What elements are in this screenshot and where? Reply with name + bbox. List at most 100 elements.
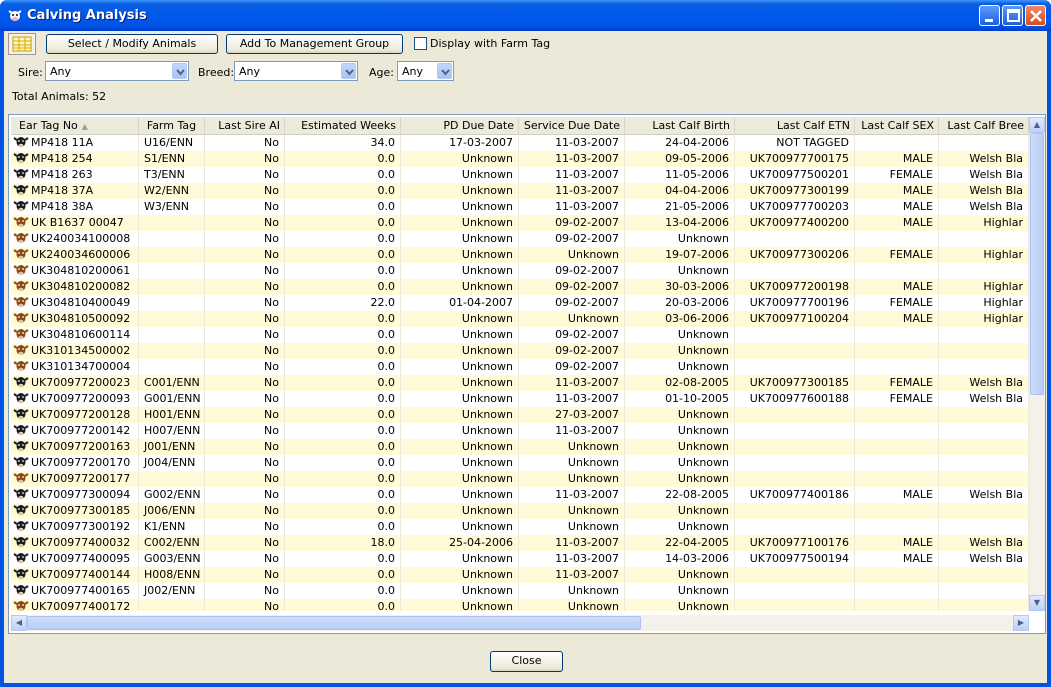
cell-weeks: 22.0 (285, 295, 401, 311)
breed-label: Breed: (198, 66, 235, 79)
table-row[interactable]: UK700977400172 No 0.0 Unknown Unknown Unknown (11, 599, 1029, 611)
column-header-2[interactable]: Last Sire AI (205, 117, 285, 135)
cell-breed (939, 231, 1029, 247)
cell-tag: MP418 254 (11, 151, 139, 167)
column-header-4[interactable]: PD Due Date (401, 117, 519, 135)
cell-weeks: 0.0 (285, 151, 401, 167)
animals-table: Ear Tag No ▲ Farm Tag Last Sire AI Estimated… (8, 114, 1046, 634)
scroll-right-icon[interactable]: ▶ (1013, 615, 1029, 631)
column-header-0[interactable]: Ear Tag No ▲ (11, 117, 139, 135)
ear-tag-text: UK700977400165 (31, 584, 131, 597)
cell-etn: UK700977300185 (735, 375, 855, 391)
sire-select[interactable]: Any (45, 61, 189, 81)
minimize-button[interactable] (979, 5, 1000, 26)
column-header-9[interactable]: Last Calf Bree (939, 117, 1029, 135)
cell-ai: No (205, 279, 285, 295)
cell-breed (939, 503, 1029, 519)
table-row[interactable]: UK700977200093 G001/ENN No 0.0 Unknown 11-03-… (11, 391, 1029, 407)
select-modify-animals-button[interactable]: Select / Modify Animals (46, 34, 218, 54)
cell-weeks: 0.0 (285, 359, 401, 375)
cell-pd: Unknown (401, 439, 519, 455)
cell-tag: UK304810200082 (11, 279, 139, 295)
cell-birth: Unknown (625, 503, 735, 519)
vertical-scrollbar[interactable]: ▲ ▼ (1029, 117, 1045, 611)
add-to-management-group-button[interactable]: Add To Management Group (226, 34, 403, 54)
cell-birth: 03-06-2006 (625, 311, 735, 327)
checkbox-box[interactable] (414, 37, 427, 50)
cell-pd: Unknown (401, 583, 519, 599)
cell-farm: J001/ENN (139, 439, 205, 455)
chevron-down-icon[interactable] (172, 63, 187, 79)
ear-tag-text: UK304810600114 (31, 328, 131, 341)
horizontal-scrollbar[interactable]: ◀ ▶ (11, 615, 1029, 631)
table-row[interactable]: UK304810200082 No 0.0 Unknown 09-02-2007 30-0… (11, 279, 1029, 295)
cell-svc: Unknown (519, 311, 625, 327)
table-row[interactable]: UK700977400095 G003/ENN No 0.0 Unknown 11-03-… (11, 551, 1029, 567)
cell-breed (939, 519, 1029, 535)
column-header-1[interactable]: Farm Tag (139, 117, 205, 135)
chevron-down-icon[interactable] (341, 63, 356, 79)
column-header-8[interactable]: Last Calf SEX (855, 117, 939, 135)
table-row[interactable]: UK310134500002 No 0.0 Unknown 09-02-2007 Unkn… (11, 343, 1029, 359)
cell-svc: 09-02-2007 (519, 215, 625, 231)
table-row[interactable]: UK240034600006 No 0.0 Unknown Unknown 19-07-2… (11, 247, 1029, 263)
cell-breed: Welsh Bla (939, 487, 1029, 503)
table-row[interactable]: MP418 11A U16/ENN No 34.0 17-03-2007 11-03-20… (11, 135, 1029, 151)
grid-view-button[interactable] (8, 33, 36, 55)
table-row[interactable]: UK700977400144 H008/ENN No 0.0 Unknown 11-03-… (11, 567, 1029, 583)
cow-icon (13, 183, 29, 197)
cell-weeks: 0.0 (285, 455, 401, 471)
title-bar[interactable]: Calving Analysis (0, 0, 1051, 31)
table-row[interactable]: MP418 254 S1/ENN No 0.0 Unknown 11-03-2007 09-… (11, 151, 1029, 167)
table-row[interactable]: UK700977300094 G002/ENN No 0.0 Unknown 11-03-… (11, 487, 1029, 503)
table-row[interactable]: MP418 37A W2/ENN No 0.0 Unknown 11-03-2007 04-… (11, 183, 1029, 199)
cell-sex: FEMALE (855, 391, 939, 407)
cell-etn (735, 439, 855, 455)
close-window-button[interactable] (1025, 5, 1046, 26)
cell-breed (939, 263, 1029, 279)
table-row[interactable]: UK B1637 00047 No 0.0 Unknown 09-02-2007 13-0… (11, 215, 1029, 231)
table-row[interactable]: UK700977300185 J006/ENN No 0.0 Unknown Unknow… (11, 503, 1029, 519)
table-row[interactable]: UK700977200170 J004/ENN No 0.0 Unknown Unknow… (11, 455, 1029, 471)
column-header-6[interactable]: Last Calf Birth (625, 117, 735, 135)
cell-pd: Unknown (401, 551, 519, 567)
age-select[interactable]: Any (397, 61, 454, 81)
cell-svc: 09-02-2007 (519, 279, 625, 295)
scroll-up-icon[interactable]: ▲ (1029, 117, 1045, 133)
table-row[interactable]: UK700977200142 H007/ENN No 0.0 Unknown 11-03-… (11, 423, 1029, 439)
table-row[interactable]: UK700977200128 H001/ENN No 0.0 Unknown 27-03-… (11, 407, 1029, 423)
table-row[interactable]: UK700977200177 No 0.0 Unknown Unknown Unknown (11, 471, 1029, 487)
table-row[interactable]: UK310134700004 No 0.0 Unknown 09-02-2007 Unkn… (11, 359, 1029, 375)
table-row[interactable]: UK700977400165 J002/ENN No 0.0 Unknown Unknow… (11, 583, 1029, 599)
table-row[interactable]: MP418 263 T3/ENN No 0.0 Unknown 11-03-2007 11-… (11, 167, 1029, 183)
scroll-down-icon[interactable]: ▼ (1029, 595, 1045, 611)
cell-ai: No (205, 503, 285, 519)
table-row[interactable]: UK304810200061 No 0.0 Unknown 09-02-2007 Unkn… (11, 263, 1029, 279)
table-row[interactable]: UK700977200163 J001/ENN No 0.0 Unknown Unknow… (11, 439, 1029, 455)
maximize-button[interactable] (1002, 5, 1023, 26)
cell-farm (139, 327, 205, 343)
table-row[interactable]: UK304810400049 No 22.0 01-04-2007 09-02-2007… (11, 295, 1029, 311)
column-header-label: Last Calf SEX (861, 119, 934, 132)
horizontal-scroll-thumb[interactable] (27, 616, 641, 630)
cow-icon (13, 519, 29, 533)
close-button[interactable]: Close (490, 651, 563, 672)
cell-svc: 11-03-2007 (519, 423, 625, 439)
column-header-7[interactable]: Last Calf ETN (735, 117, 855, 135)
table-row[interactable]: UK700977300192 K1/ENN No 0.0 Unknown Unknown U… (11, 519, 1029, 535)
table-row[interactable]: UK700977400032 C002/ENN No 18.0 25-04-2006 11… (11, 535, 1029, 551)
cell-breed (939, 343, 1029, 359)
scroll-left-icon[interactable]: ◀ (11, 615, 27, 631)
cell-tag: MP418 38A (11, 199, 139, 215)
table-row[interactable]: UK240034100008 No 0.0 Unknown 09-02-2007 Unkn… (11, 231, 1029, 247)
vertical-scroll-thumb[interactable] (1030, 133, 1044, 395)
breed-select[interactable]: Any (234, 61, 358, 81)
column-header-3[interactable]: Estimated Weeks (285, 117, 401, 135)
chevron-down-icon[interactable] (437, 63, 452, 79)
table-row[interactable]: UK304810600114 No 0.0 Unknown 09-02-2007 Unkn… (11, 327, 1029, 343)
table-row[interactable]: UK700977200023 C001/ENN No 0.0 Unknown 11-03-… (11, 375, 1029, 391)
cell-farm (139, 311, 205, 327)
table-row[interactable]: MP418 38A W3/ENN No 0.0 Unknown 11-03-2007 21-… (11, 199, 1029, 215)
column-header-5[interactable]: Service Due Date (519, 117, 625, 135)
table-row[interactable]: UK304810500092 No 0.0 Unknown Unknown 03-06-2… (11, 311, 1029, 327)
